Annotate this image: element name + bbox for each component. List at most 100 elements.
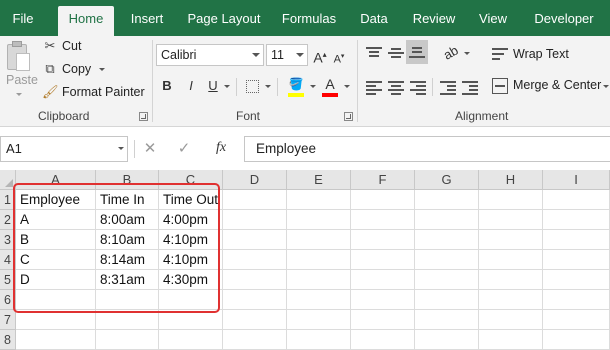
cell-c3[interactable]: 4:10pm [159, 230, 223, 250]
row-header-6[interactable]: 6 [0, 290, 16, 310]
font-color-dropdown-icon[interactable] [344, 85, 350, 88]
row-header-8[interactable]: 8 [0, 330, 16, 350]
cell-d5[interactable] [223, 270, 287, 290]
italic-button[interactable]: I [184, 78, 198, 94]
wrap-text-button[interactable]: Wrap Text [513, 47, 569, 61]
cell-d1[interactable] [223, 190, 287, 210]
cell-f1[interactable] [351, 190, 415, 210]
increase-font-size-icon[interactable]: A▴ [312, 47, 328, 66]
cell-d6[interactable] [223, 290, 287, 310]
format-painter-icon[interactable]: 🖌 [42, 84, 59, 100]
paste-icon[interactable] [7, 41, 31, 71]
column-header-e[interactable]: E [287, 170, 351, 190]
cell-g5[interactable] [415, 270, 479, 290]
cell-e3[interactable] [287, 230, 351, 250]
cell-h2[interactable] [479, 210, 543, 230]
paste-button[interactable]: Paste [6, 73, 38, 87]
tab-home[interactable]: Home [58, 6, 114, 36]
cell-d4[interactable] [223, 250, 287, 270]
column-header-i[interactable]: I [543, 170, 610, 190]
row-header-4[interactable]: 4 [0, 250, 16, 270]
middle-align-icon[interactable] [388, 46, 404, 60]
cell-a1[interactable]: Employee [16, 190, 96, 210]
increase-indent-icon[interactable] [462, 80, 478, 95]
tab-view[interactable]: View [474, 6, 512, 36]
cell-g1[interactable] [415, 190, 479, 210]
cell-b5[interactable]: 8:31am [96, 270, 159, 290]
cell-b8[interactable] [96, 330, 159, 350]
cell-f3[interactable] [351, 230, 415, 250]
cut-button[interactable]: Cut [62, 39, 81, 53]
align-left-icon[interactable] [366, 80, 382, 95]
cell-b1[interactable]: Time In [96, 190, 159, 210]
format-painter-button[interactable]: Format Painter [62, 85, 145, 99]
wrap-text-icon[interactable] [492, 47, 508, 61]
name-box-dropdown-icon[interactable] [118, 147, 124, 150]
cell-e8[interactable] [287, 330, 351, 350]
cell-a5[interactable]: D [16, 270, 96, 290]
formula-input[interactable]: Employee [244, 136, 610, 162]
row-header-3[interactable]: 3 [0, 230, 16, 250]
cell-c4[interactable]: 4:10pm [159, 250, 223, 270]
top-align-icon[interactable] [366, 46, 382, 60]
name-box[interactable]: A1 [0, 136, 128, 162]
insert-function-icon[interactable]: fx [212, 140, 230, 156]
tab-review[interactable]: Review [408, 6, 460, 36]
cell-i6[interactable] [543, 290, 610, 310]
cell-h3[interactable] [479, 230, 543, 250]
cell-b2[interactable]: 8:00am [96, 210, 159, 230]
row-header-1[interactable]: 1 [0, 190, 16, 210]
tab-insert[interactable]: Insert [124, 6, 170, 36]
tab-developer[interactable]: Developer [528, 6, 600, 36]
row-header-2[interactable]: 2 [0, 210, 16, 230]
font-size-dropdown[interactable]: 11 [266, 44, 308, 66]
cell-h8[interactable] [479, 330, 543, 350]
column-header-a[interactable]: A [16, 170, 96, 190]
cell-b6[interactable] [96, 290, 159, 310]
column-header-f[interactable]: F [351, 170, 415, 190]
cell-e4[interactable] [287, 250, 351, 270]
row-header-5[interactable]: 5 [0, 270, 16, 290]
cell-a2[interactable]: A [16, 210, 96, 230]
font-color-icon[interactable]: A [322, 76, 338, 92]
cell-b7[interactable] [96, 310, 159, 330]
cell-a3[interactable]: B [16, 230, 96, 250]
column-header-c[interactable]: C [159, 170, 223, 190]
cell-c8[interactable] [159, 330, 223, 350]
cell-h6[interactable] [479, 290, 543, 310]
cell-i5[interactable] [543, 270, 610, 290]
cell-f6[interactable] [351, 290, 415, 310]
cell-a8[interactable] [16, 330, 96, 350]
cell-g4[interactable] [415, 250, 479, 270]
cell-i4[interactable] [543, 250, 610, 270]
fill-color-icon[interactable]: 🪣 [288, 76, 304, 92]
cell-f8[interactable] [351, 330, 415, 350]
cell-c6[interactable] [159, 290, 223, 310]
paste-dropdown-icon[interactable] [16, 93, 22, 96]
cell-a4[interactable]: C [16, 250, 96, 270]
borders-dropdown-icon[interactable] [265, 85, 271, 88]
cell-d3[interactable] [223, 230, 287, 250]
cell-e7[interactable] [287, 310, 351, 330]
cell-a6[interactable] [16, 290, 96, 310]
column-header-h[interactable]: H [479, 170, 543, 190]
cell-i3[interactable] [543, 230, 610, 250]
cell-d8[interactable] [223, 330, 287, 350]
tab-data[interactable]: Data [354, 6, 394, 36]
copy-dropdown-icon[interactable] [99, 68, 105, 71]
select-all-button[interactable] [0, 170, 16, 190]
orientation-dropdown-icon[interactable] [464, 52, 470, 55]
underline-dropdown-icon[interactable] [224, 85, 230, 88]
cell-f5[interactable] [351, 270, 415, 290]
cancel-icon[interactable]: ✕ [143, 141, 157, 157]
copy-button[interactable]: Copy [62, 62, 91, 76]
cell-g8[interactable] [415, 330, 479, 350]
cell-e6[interactable] [287, 290, 351, 310]
cell-h1[interactable] [479, 190, 543, 210]
cell-c2[interactable]: 4:00pm [159, 210, 223, 230]
cell-h5[interactable] [479, 270, 543, 290]
clipboard-launcher-icon[interactable] [139, 112, 148, 121]
orientation-icon[interactable]: ab [439, 42, 463, 65]
cell-b3[interactable]: 8:10am [96, 230, 159, 250]
cell-g6[interactable] [415, 290, 479, 310]
